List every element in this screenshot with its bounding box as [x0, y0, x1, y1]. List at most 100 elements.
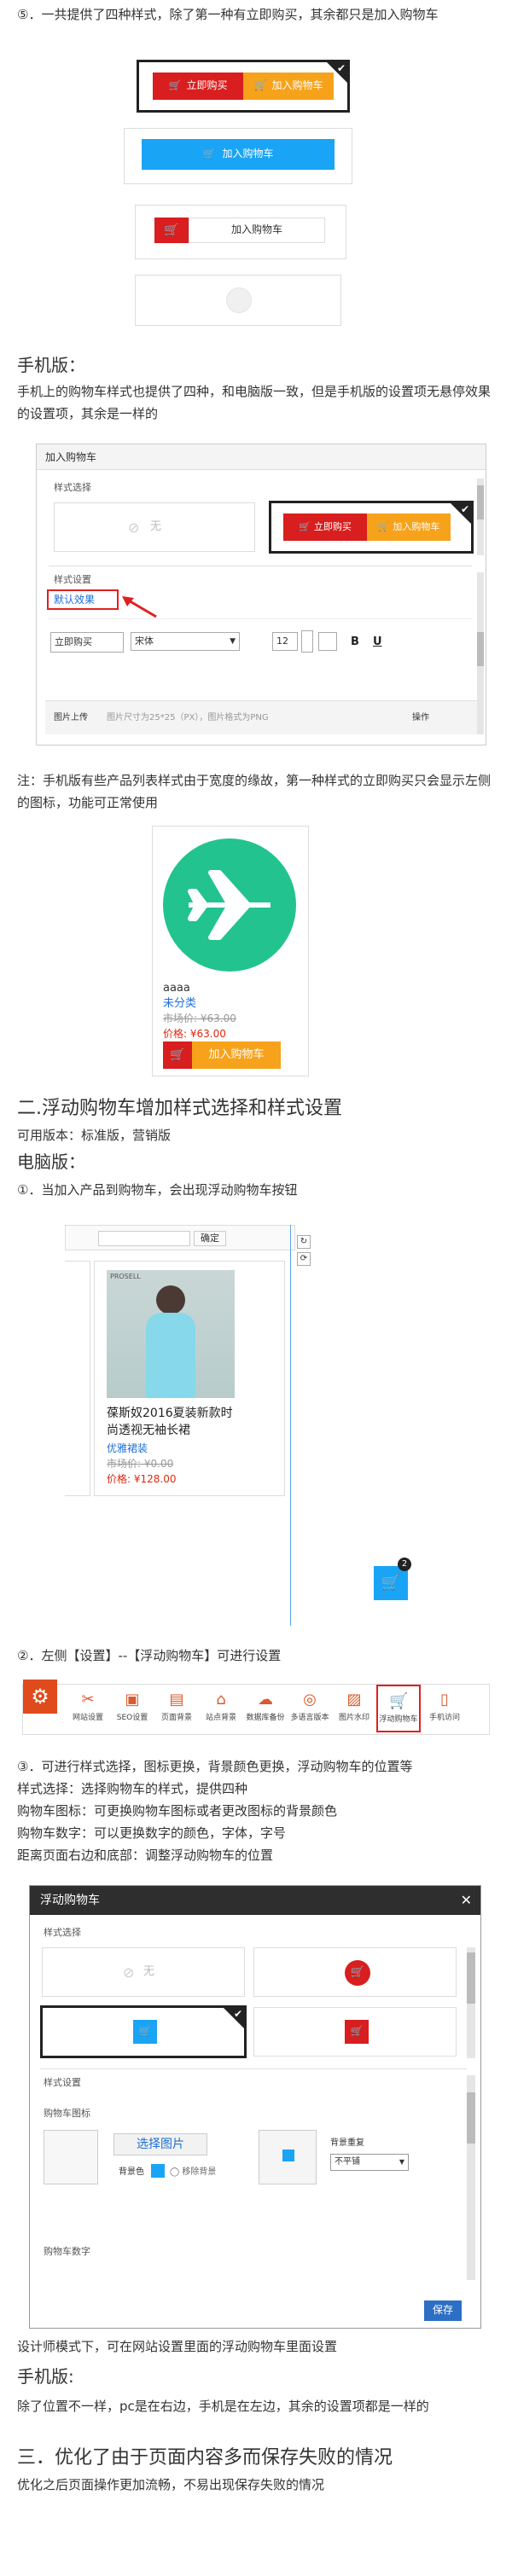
save-button[interactable]: 保存 [424, 2300, 462, 2321]
page: ⑤．一共提供了四种样式，除了第一种有立即购买，其余都只是加入购物车 🛒 立即购买… [0, 0, 512, 2576]
brand-label: PROSELL [110, 1273, 141, 1280]
add-cart-settings-panel: 加入购物车 样式选择 ⊘ 无 🛒 立即购买 🛒 加入购物车 ✔ 样式设置 默认效果 … [36, 444, 486, 746]
check-icon: ✔ [233, 2008, 242, 2020]
scrollbar[interactable] [467, 1947, 475, 2058]
buy-now-button[interactable]: 🛒 立即购买 [153, 73, 243, 100]
style-none-option[interactable]: ⊘ 无 [54, 502, 255, 552]
tool-label: 图片水印 [338, 1714, 369, 1722]
designer-note: 设计师模式下，可在网站设置里面的浮动购物车里面设置 [17, 2339, 338, 2354]
bg-repeat-label: 背景重复 [330, 2138, 364, 2148]
language-icon: ◎ [303, 1691, 317, 1709]
style-option-2[interactable]: 🛒 加入购物车 [124, 128, 352, 184]
mobile-icon: ▯ [440, 1691, 449, 1709]
versions-text: 可用版本：标准版，营销版 [17, 1128, 172, 1143]
cart-icon[interactable]: 🛒 [163, 1041, 192, 1069]
bold-button[interactable]: B [351, 634, 359, 652]
font-select[interactable]: 宋体 ▼ [131, 632, 240, 651]
size-stepper[interactable] [301, 630, 313, 653]
radio-icon: ◯ [170, 2167, 180, 2177]
mobile-desc-2: 除了位置不一样，pc是在右边，手机是在左边，其余的设置项都是一样的 [17, 2399, 429, 2414]
remove-bg-label: 移除背景 [182, 2167, 217, 2177]
color-picker[interactable] [318, 632, 337, 651]
tab-default-effect[interactable]: 默认效果 [47, 589, 119, 610]
tool-language[interactable]: ◎ 多语言版本 [288, 1685, 332, 1732]
close-icon[interactable]: ✕ [461, 1886, 472, 1915]
bg-color-swatch[interactable] [151, 2164, 165, 2178]
remove-bg-radio[interactable]: ◯ 移除背景 [170, 2166, 216, 2179]
tool-page-bg[interactable]: ▤ 页面背景 [154, 1685, 199, 1732]
choose-image-button[interactable]: 选择图片 [113, 2133, 207, 2155]
button-text-input[interactable]: 立即购买 [50, 632, 124, 653]
product-price: 价格: ¥63.00 [163, 1028, 226, 1040]
tool-site-bg[interactable]: ⌂ 站点背景 [199, 1685, 243, 1732]
product-category[interactable]: 优雅裙装 [107, 1441, 148, 1457]
scrollbar-2[interactable] [477, 572, 484, 734]
add-cart-button[interactable]: 加入购物车 [192, 1041, 281, 1069]
guide-line [290, 1225, 291, 1626]
cart-icon: 🛒 [381, 1573, 401, 1592]
tool-mobile[interactable]: ▯ 手机访问 [422, 1685, 467, 1732]
product-card-dress[interactable]: PROSELL 葆斯奴2016夏装新款时尚透视无袖长裙 优雅裙装 市场价: ¥0… [94, 1261, 285, 1496]
tool-backup[interactable]: ☁ 数据库备份 [243, 1685, 288, 1732]
style-option-4[interactable] [135, 275, 341, 326]
style-option-selected[interactable]: 🛒 立即购买 🛒 加入购物车 ✔ [269, 501, 474, 554]
image-upload-label: 图片上传 [54, 713, 88, 722]
add-cart-label: 加入购物车 [393, 521, 440, 533]
divider [49, 618, 472, 619]
round-cart-icon [226, 287, 252, 313]
font-value: 宋体 [135, 635, 154, 647]
position-center-cell[interactable] [282, 2150, 294, 2161]
product-image [163, 838, 296, 972]
tool-seo[interactable]: ▣ SEO设置 [110, 1685, 154, 1732]
scrollbar[interactable] [477, 479, 484, 555]
style-red-square-option[interactable]: 🛒 [253, 2007, 457, 2057]
rotate-icon[interactable]: ⟳ [297, 1252, 311, 1266]
confirm-button[interactable]: 确定 [194, 1231, 226, 1246]
float-cart-button[interactable]: 🛒 [374, 1566, 408, 1600]
step2-text: ②．左侧【设置】--【浮动购物车】可进行设置 [17, 1648, 282, 1663]
mobile-desc: 手机上的购物车样式也提供了四种，和电脑版一致，但是手机版的设置项无悬停效果的设置… [17, 384, 492, 421]
refresh-icon[interactable]: ↻ [297, 1235, 311, 1249]
pc-heading: 电脑版： [17, 1152, 85, 1172]
section3-title: 三．优化了由于页面内容多而保存失败的情况 [17, 2447, 393, 2469]
style-option-1[interactable]: 🛒 立即购买 🛒 加入购物车 ✔ [137, 60, 350, 113]
style-settings-label: 样式设置 [44, 2077, 81, 2088]
check-icon: ✔ [336, 62, 346, 74]
cart-count-badge: 2 [398, 1558, 411, 1571]
style-blue-square-option[interactable]: 🛒 ✔ [40, 2005, 247, 2058]
product-photo: PROSELL [107, 1270, 235, 1398]
bg-repeat-select[interactable]: 不平铺 ▼ [330, 2154, 409, 2171]
add-cart-button[interactable]: 🛒 加入购物车 [243, 73, 334, 100]
cart-icon: 🛒 [389, 1692, 409, 1710]
scrollbar-2[interactable] [467, 2075, 475, 2280]
bg-repeat-value: 不平铺 [335, 2157, 360, 2167]
none-label: 无 [150, 520, 162, 533]
gear-icon[interactable]: ⚙ [23, 1680, 57, 1714]
style-option-3[interactable]: 🛒 加入购物车 [135, 205, 346, 259]
add-cart-button[interactable]: 🛒 加入购物车 [367, 513, 451, 541]
mobile-note: 注：手机版有些产品列表样式由于宽度的缘故，第一种样式的立即购买只会显示左侧的图标… [17, 773, 492, 810]
cart-icon: 🛒 [168, 79, 182, 92]
search-input[interactable] [98, 1231, 190, 1246]
product-card[interactable]: aaaa 未分类 市场价: ¥63.00 价格: ¥63.00 🛒 加入购物车 [152, 826, 309, 1076]
tool-watermark[interactable]: ▨ 图片水印 [332, 1685, 376, 1732]
add-cart-button-blue[interactable]: 🛒 加入购物车 [142, 139, 335, 170]
style-red-round-option[interactable]: 🛒 [253, 1947, 457, 1997]
cart-icon: 🛒 [133, 2020, 157, 2044]
step3-line-1: ③．可进行样式选择，图标更换，背景颜色更换，浮动购物车的位置等 [17, 1759, 413, 1774]
tool-label: 多语言版本 [290, 1714, 329, 1722]
underline-button[interactable]: U [373, 634, 382, 652]
buy-now-button[interactable]: 🛒 立即购买 [283, 513, 367, 541]
ban-icon: ⊘ [123, 1964, 135, 1981]
cart-icon: 🛒 [202, 148, 216, 160]
add-cart-text-button[interactable]: 加入购物车 [189, 218, 325, 243]
mobile-heading: 手机版： [17, 355, 85, 375]
font-size-input[interactable]: 12 [272, 632, 298, 651]
position-grid[interactable] [259, 2130, 317, 2184]
style-none-option[interactable]: ⊘ 无 [42, 1947, 245, 1997]
tool-site-settings[interactable]: ✂ 网站设置 [66, 1685, 110, 1732]
prev-card-edge [65, 1261, 90, 1496]
arrow-icon [120, 595, 158, 618]
tool-float-cart[interactable]: 🛒 浮动购物车 [376, 1685, 421, 1732]
add-cart-label: 加入购物车 [222, 148, 274, 160]
